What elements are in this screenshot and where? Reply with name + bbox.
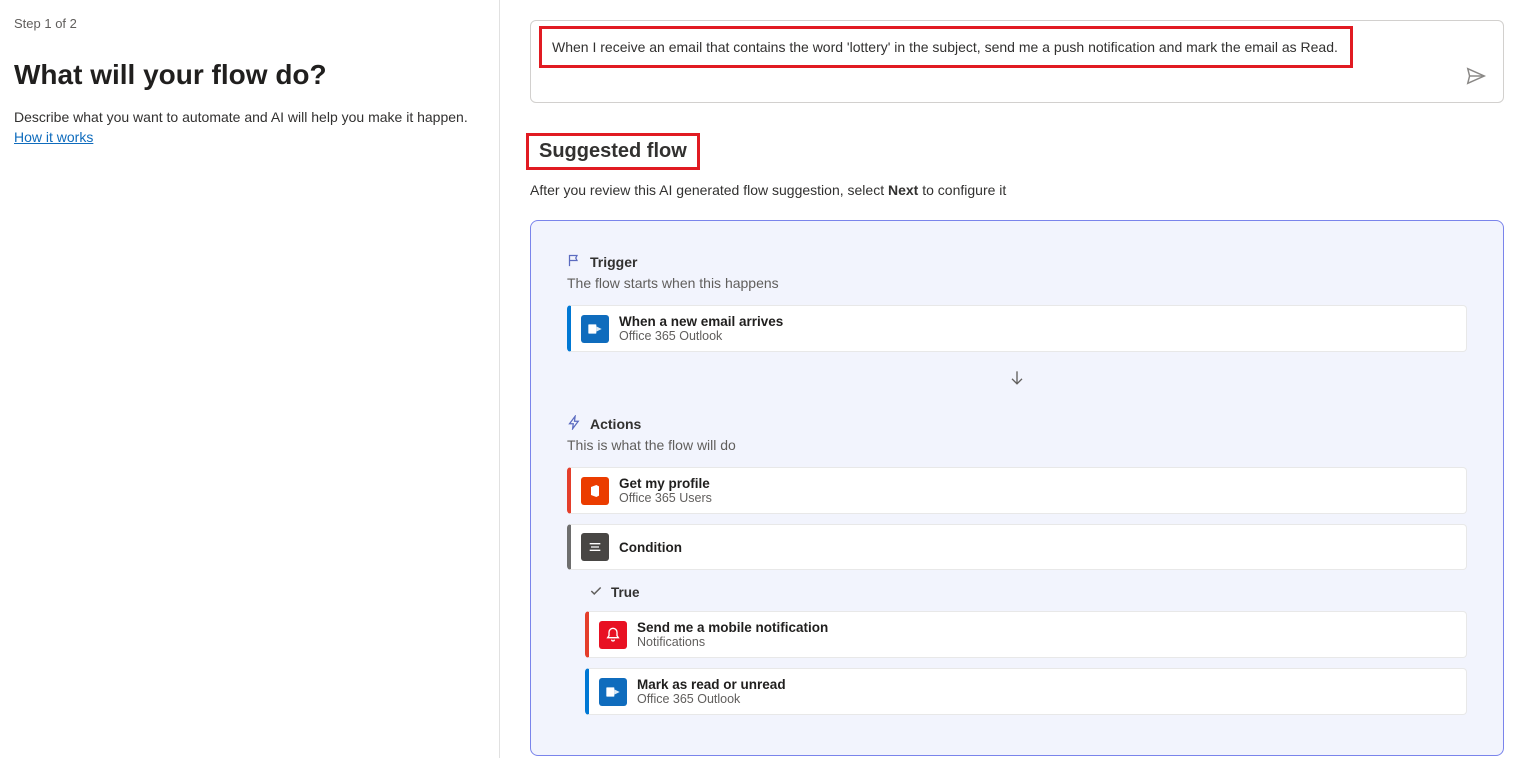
bell-icon <box>599 621 627 649</box>
page-description: Describe what you want to automate and A… <box>14 109 479 125</box>
notif-sub: Notifications <box>637 635 828 649</box>
true-label: True <box>589 584 1467 601</box>
action-get-profile[interactable]: Get my profile Office 365 Users <box>567 467 1467 514</box>
page-title: What will your flow do? <box>14 59 479 91</box>
prompt-input-box[interactable]: When I receive an email that contains th… <box>530 20 1504 103</box>
trigger-section-header: Trigger <box>567 253 1467 271</box>
markread-sub: Office 365 Outlook <box>637 692 786 706</box>
markread-title: Mark as read or unread <box>637 677 786 692</box>
step-indicator: Step 1 of 2 <box>14 16 479 31</box>
outlook-icon <box>599 678 627 706</box>
suggested-heading-highlight: Suggested flow <box>526 133 700 170</box>
trigger-card-title: When a new email arrives <box>619 314 783 329</box>
action-send-notification[interactable]: Send me a mobile notification Notificati… <box>585 611 1467 658</box>
send-icon[interactable] <box>1465 65 1487 90</box>
actions-section-sub: This is what the flow will do <box>567 437 1467 453</box>
check-icon <box>589 584 603 601</box>
condition-card[interactable]: Condition <box>567 524 1467 570</box>
actions-section-header: Actions <box>567 415 1467 433</box>
trigger-card-sub: Office 365 Outlook <box>619 329 783 343</box>
flag-icon <box>567 253 582 271</box>
trigger-card[interactable]: When a new email arrives Office 365 Outl… <box>567 305 1467 352</box>
condition-title: Condition <box>619 540 682 555</box>
outlook-icon <box>581 315 609 343</box>
how-it-works-link[interactable]: How it works <box>14 129 93 145</box>
suggested-subtext: After you review this AI generated flow … <box>530 182 1504 198</box>
action-mark-read[interactable]: Mark as read or unread Office 365 Outloo… <box>585 668 1467 715</box>
right-panel: When I receive an email that contains th… <box>500 0 1516 758</box>
true-branch: True Send me a mobile notification Notif… <box>585 584 1467 715</box>
left-panel: Step 1 of 2 What will your flow do? Desc… <box>0 0 500 758</box>
bolt-icon <box>567 415 582 433</box>
notif-title: Send me a mobile notification <box>637 620 828 635</box>
action1-title: Get my profile <box>619 476 712 491</box>
arrow-down-icon <box>567 368 1467 391</box>
action1-sub: Office 365 Users <box>619 491 712 505</box>
trigger-section-sub: The flow starts when this happens <box>567 275 1467 291</box>
flow-container: Trigger The flow starts when this happen… <box>530 220 1504 756</box>
condition-icon <box>581 533 609 561</box>
prompt-text[interactable]: When I receive an email that contains th… <box>539 26 1353 68</box>
suggested-heading: Suggested flow <box>539 140 687 163</box>
office-icon <box>581 477 609 505</box>
